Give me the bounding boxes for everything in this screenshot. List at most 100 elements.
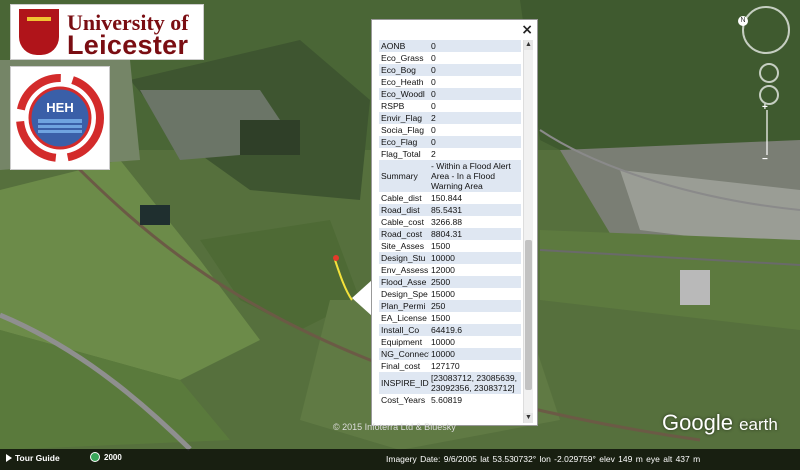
attribute-key: Plan_Permi [379, 300, 429, 312]
attribute-key: Eco_Heath [381, 77, 424, 87]
crest-icon [19, 9, 59, 55]
attribute-row: Plan_Permi 250 [379, 300, 521, 312]
balloon-pointer [352, 280, 372, 316]
historical-imagery-button[interactable]: 2000 [90, 452, 122, 462]
play-icon [6, 454, 12, 462]
imagery-copyright: © 2015 Infoterra Ltd & Bluesky [333, 422, 456, 432]
attribute-row: Design_Spe 15000 [379, 288, 521, 300]
logo-line2: Leicester [67, 30, 189, 60]
attribute-key: Equipment [381, 337, 423, 347]
attribute-row: Site_Asses 1500 [379, 240, 521, 252]
attribute-value: 0 [431, 101, 436, 111]
attribute-value: 0 [431, 53, 436, 63]
attribute-row: Flag_Total 2 [379, 148, 521, 160]
attribute-value: 1500 [431, 313, 451, 323]
heh-logo: HEH [10, 66, 110, 170]
attribute-key: Env_Assess [381, 265, 429, 275]
attribute-value: 15000 [431, 289, 455, 299]
tour-guide-button[interactable]: Tour Guide [6, 453, 60, 463]
attribute-row: NG_Connect 10000 [379, 348, 521, 360]
attribute-row: Cost_Years 5.60819 [379, 394, 521, 406]
attribute-key: Install_Co [379, 324, 429, 336]
attribute-row: Cable_cost 3266.88 [379, 216, 521, 228]
attribute-key: Eco_Bog [379, 64, 429, 76]
heh-emblem-icon: HEH [16, 74, 104, 162]
close-button[interactable]: × [521, 22, 533, 38]
attribute-row: Socia_Flag 0 [379, 124, 521, 136]
attribute-value: [23083712, 23085639, 23092356, 23083712] [429, 372, 521, 394]
attribute-key: Cable_dist [381, 193, 422, 203]
google-earth-logo: Google earth [662, 410, 778, 436]
zoom-out-icon[interactable]: − [762, 154, 768, 165]
scroll-thumb[interactable] [525, 240, 532, 390]
attribute-value: 10000 [429, 252, 521, 264]
attribute-key: Flood_Asse [379, 276, 429, 288]
attribute-key: Socia_Flag [381, 125, 424, 135]
clock-icon [90, 452, 100, 462]
attribute-row: Road_dist 85.5431 [379, 204, 521, 216]
attribute-value: 12000 [431, 265, 455, 275]
earth-word: earth [739, 415, 778, 434]
attribute-row: Env_Assess 12000 [379, 264, 521, 276]
attribute-row: Eco_Grass 0 [379, 52, 521, 64]
attribute-key: INSPIRE_ID [379, 372, 429, 394]
attribute-value: 150.844 [431, 193, 463, 203]
attribute-key: Eco_Flag [379, 136, 429, 148]
attribute-key: Eco_Grass [381, 53, 424, 63]
attribute-key: NG_Connect [379, 348, 429, 360]
attribute-key: AONB [379, 40, 429, 52]
attribute-value: 0 [431, 125, 436, 135]
zoom-slider[interactable] [766, 110, 768, 155]
coordinates-readout: Imagery Date: 9/6/2005 lat 53.530732° lo… [386, 454, 701, 464]
attribute-value: 0 [429, 88, 521, 100]
balloon-scrollbar[interactable]: ▲ ▼ [523, 40, 533, 423]
attribute-value: 2 [429, 112, 521, 124]
attribute-value: 2 [431, 149, 436, 159]
year-label: 2000 [104, 452, 122, 462]
attribute-row: Summary - Within a Flood Alert Area - In… [379, 160, 521, 192]
attribute-row: Final_cost 127170 [379, 360, 521, 372]
feature-info-balloon: × AONB 0 Eco_Grass 0 Eco_Bog 0 Eco_Heath 0 Eco_W… [371, 19, 538, 426]
attribute-value: 0 [429, 40, 521, 52]
attribute-value: 2500 [429, 276, 521, 288]
scroll-down-icon[interactable]: ▼ [524, 413, 533, 423]
attribute-row: AONB 0 [379, 40, 521, 52]
attribute-value: 0 [429, 136, 521, 148]
attribute-value: 5.60819 [431, 395, 463, 405]
attribute-key: Envir_Flag [379, 112, 429, 124]
attribute-row: INSPIRE_ID [23083712, 23085639, 23092356,… [379, 372, 521, 394]
attribute-key: Summary [379, 160, 429, 192]
attribute-value: 250 [429, 300, 521, 312]
attribute-row: Cable_dist 150.844 [379, 192, 521, 204]
attribute-table: AONB 0 Eco_Grass 0 Eco_Bog 0 Eco_Heath 0 Eco_Woo… [379, 40, 521, 422]
attribute-value: 10000 [431, 337, 455, 347]
attribute-key: Flag_Total [381, 149, 421, 159]
attribute-row: Envir_Flag 2 [379, 112, 521, 124]
attribute-key: Final_cost [381, 361, 421, 371]
attribute-key: Road_cost [379, 228, 429, 240]
attribute-key: Design_Stu [379, 252, 429, 264]
attribute-row: Eco_Woodl 0 [379, 88, 521, 100]
university-of-leicester-logo: University of Leicester [10, 4, 204, 60]
attribute-value: - Within a Flood Alert Area - In a Flood… [429, 160, 521, 192]
attribute-key: Site_Asses [381, 241, 424, 251]
compass-control[interactable]: N [738, 6, 790, 54]
attribute-row: Equipment 10000 [379, 336, 521, 348]
attribute-key: EA_License [381, 313, 427, 323]
attribute-value: 0 [429, 64, 521, 76]
attribute-row: Flood_Asse 2500 [379, 276, 521, 288]
attribute-row: Eco_Bog 0 [379, 64, 521, 76]
tour-guide-label: Tour Guide [15, 453, 60, 463]
attribute-row: Eco_Heath 0 [379, 76, 521, 88]
attribute-row: Install_Co 64419.6 [379, 324, 521, 336]
attribute-row: Eco_Flag 0 [379, 136, 521, 148]
attribute-value: 3266.88 [431, 217, 463, 227]
scroll-up-icon[interactable]: ▲ [524, 40, 533, 50]
attribute-key: Cable_cost [381, 217, 424, 227]
north-icon[interactable]: N [738, 16, 748, 26]
attribute-value: 85.5431 [429, 204, 521, 216]
attribute-value: 127170 [431, 361, 460, 371]
status-bar: Tour Guide 2000 Imagery Date: 9/6/2005 l… [0, 449, 800, 470]
attribute-row: Road_cost 8804.31 [379, 228, 521, 240]
look-joystick-icon[interactable] [759, 63, 779, 83]
